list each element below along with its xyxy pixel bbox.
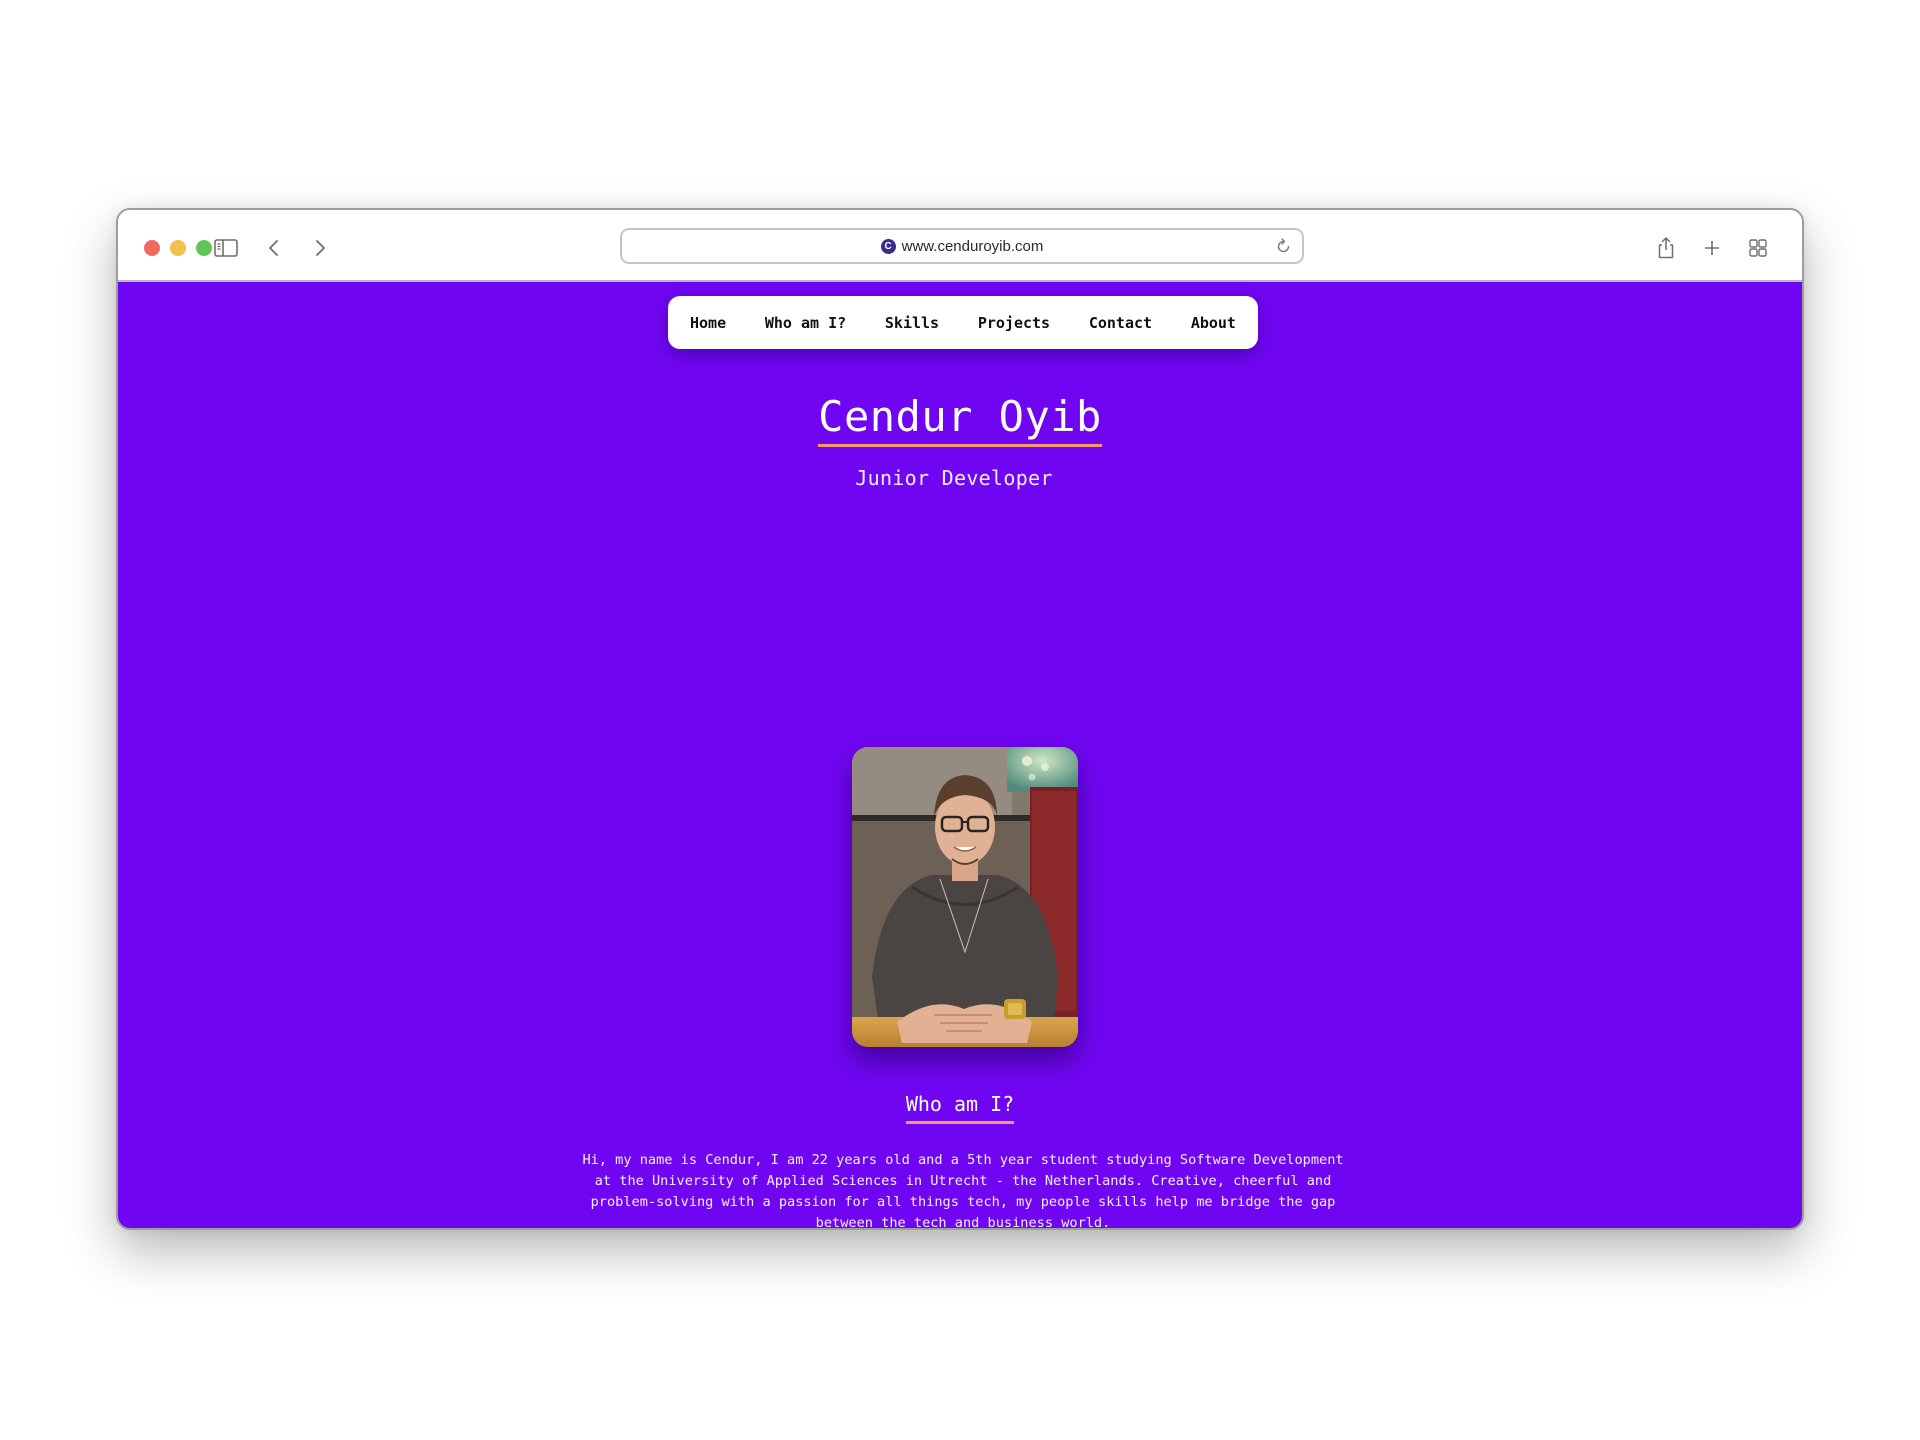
nav-skills[interactable]: Skills [885, 314, 939, 332]
site-favicon-icon: C [880, 238, 896, 254]
forward-button[interactable] [304, 232, 336, 264]
chevron-left-icon [269, 240, 278, 256]
sidebar-toggle-button[interactable] [210, 232, 242, 264]
share-icon [1658, 237, 1674, 259]
browser-toolbar: C www.cenduroyib.com [118, 210, 1802, 282]
about-line: problem-solving with a passion for all t… [590, 1194, 1336, 1210]
tab-overview-button[interactable] [1742, 232, 1774, 264]
about-line: Hi, my name is Cendur, I am 22 years old… [582, 1152, 1344, 1168]
close-window-button[interactable] [144, 240, 160, 256]
profile-photo [852, 747, 1078, 1047]
hero-role: Junior Developer [855, 466, 1053, 490]
share-button[interactable] [1650, 232, 1682, 264]
minimize-window-button[interactable] [170, 240, 186, 256]
nav-projects[interactable]: Projects [978, 314, 1050, 332]
main-nav: Home Who am I? Skills Projects Contact A… [668, 296, 1258, 349]
nav-home[interactable]: Home [690, 314, 726, 332]
about-line: between the tech and business world. [815, 1215, 1111, 1228]
new-tab-button[interactable] [1696, 232, 1728, 264]
who-am-i-heading-wrapper: Who am I? [118, 1092, 1802, 1124]
page-content: Home Who am I? Skills Projects Contact A… [118, 282, 1802, 1228]
nav-about[interactable]: About [1191, 314, 1236, 332]
nav-who-am-i[interactable]: Who am I? [765, 314, 846, 332]
about-paragraph: Hi, my name is Cendur, I am 22 years old… [558, 1150, 1368, 1228]
sidebar-icon [214, 239, 238, 257]
plus-icon [1705, 241, 1719, 255]
chevron-right-icon [316, 240, 325, 256]
address-bar[interactable]: C www.cenduroyib.com [620, 228, 1304, 264]
reload-button[interactable] [1274, 236, 1294, 256]
reload-icon [1277, 238, 1290, 253]
back-button[interactable] [258, 232, 290, 264]
grid-icon [1749, 239, 1767, 257]
profile-photo-illustration [852, 747, 1078, 1047]
nav-contact[interactable]: Contact [1089, 314, 1152, 332]
hero-name-wrapper: Cendur Oyib [118, 393, 1802, 448]
about-line: at the University of Applied Sciences in… [594, 1173, 1332, 1189]
browser-window: C www.cenduroyib.com Home Who am I? Skil… [116, 208, 1804, 1230]
url-text[interactable]: www.cenduroyib.com [902, 238, 1044, 255]
who-am-i-heading: Who am I? [905, 1092, 1015, 1124]
hero-name: Cendur Oyib [818, 393, 1102, 448]
